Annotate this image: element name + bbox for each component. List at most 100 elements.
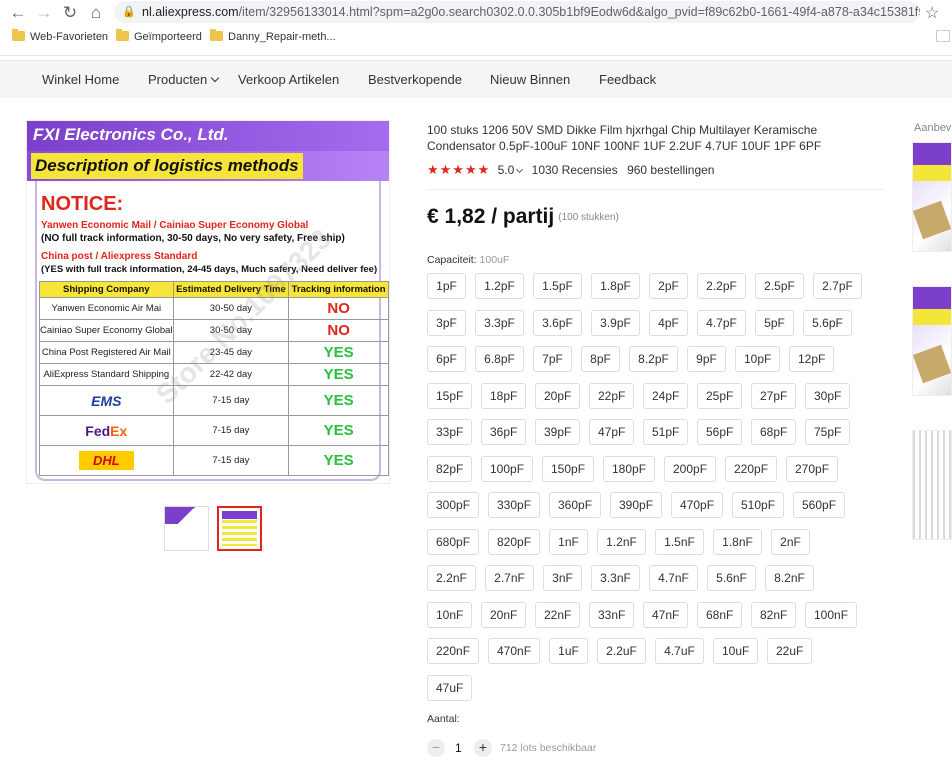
- capacity-option[interactable]: 4pF: [649, 310, 688, 336]
- forward-arrow-icon[interactable]: →: [34, 4, 54, 22]
- capacity-option[interactable]: 4.7pF: [697, 310, 746, 336]
- capacity-option[interactable]: 1.5pF: [533, 273, 582, 299]
- nav-bestverkopende[interactable]: Bestverkopende: [368, 72, 462, 87]
- capacity-option[interactable]: 68nF: [697, 602, 742, 628]
- capacity-option[interactable]: 47nF: [643, 602, 688, 628]
- capacity-option[interactable]: 7pF: [533, 346, 572, 372]
- capacity-option[interactable]: 6.8pF: [475, 346, 524, 372]
- capacity-option[interactable]: 82pF: [427, 456, 472, 482]
- capacity-option[interactable]: 2.2uF: [597, 638, 646, 664]
- quantity-minus-button[interactable]: −: [427, 739, 445, 757]
- capacity-option[interactable]: 22pF: [589, 383, 634, 409]
- rating-value[interactable]: 5.0: [498, 163, 515, 177]
- capacity-option[interactable]: 560pF: [793, 492, 845, 518]
- capacity-option[interactable]: 22uF: [767, 638, 812, 664]
- capacity-option[interactable]: 390pF: [610, 492, 662, 518]
- capacity-option[interactable]: 2.7pF: [813, 273, 862, 299]
- capacity-option[interactable]: 270pF: [786, 456, 838, 482]
- reload-icon[interactable]: ↻: [60, 4, 80, 22]
- capacity-option[interactable]: 3.9pF: [591, 310, 640, 336]
- capacity-option[interactable]: 8pF: [581, 346, 620, 372]
- capacity-option[interactable]: 33nF: [589, 602, 634, 628]
- capacity-option[interactable]: 2.2nF: [427, 565, 476, 591]
- capacity-option[interactable]: 8.2pF: [629, 346, 678, 372]
- nav-nieuw-binnen[interactable]: Nieuw Binnen: [490, 72, 570, 87]
- quantity-plus-button[interactable]: +: [474, 739, 492, 757]
- capacity-option[interactable]: 10nF: [427, 602, 472, 628]
- thumbnail-2[interactable]: [217, 506, 262, 551]
- capacity-option[interactable]: 24pF: [643, 383, 688, 409]
- capacity-option[interactable]: 25pF: [697, 383, 742, 409]
- capacity-option[interactable]: 82nF: [751, 602, 796, 628]
- bookmark-star-icon[interactable]: ☆: [925, 3, 939, 23]
- capacity-option[interactable]: 1.5nF: [655, 529, 704, 555]
- capacity-option[interactable]: 75pF: [805, 419, 850, 445]
- bookmark-danny-repair[interactable]: Danny_Repair-meth...: [210, 29, 336, 43]
- recommended-item-3[interactable]: [912, 430, 952, 540]
- capacity-option[interactable]: 100nF: [805, 602, 857, 628]
- capacity-option[interactable]: 300pF: [427, 492, 479, 518]
- capacity-option[interactable]: 150pF: [542, 456, 594, 482]
- bookmark-geimporteerd[interactable]: Geïmporteerd: [116, 29, 202, 43]
- capacity-option[interactable]: 47uF: [427, 675, 472, 701]
- capacity-option[interactable]: 100pF: [481, 456, 533, 482]
- home-icon[interactable]: ⌂: [86, 4, 106, 22]
- capacity-option[interactable]: 3nF: [543, 565, 582, 591]
- capacity-option[interactable]: 2.7nF: [485, 565, 534, 591]
- capacity-option[interactable]: 1.8pF: [591, 273, 640, 299]
- reviews-link[interactable]: 1030 Recensies: [532, 163, 618, 177]
- nav-feedback[interactable]: Feedback: [599, 72, 656, 87]
- capacity-option[interactable]: 510pF: [732, 492, 784, 518]
- capacity-option[interactable]: 680pF: [427, 529, 479, 555]
- capacity-option[interactable]: 20pF: [535, 383, 580, 409]
- capacity-option[interactable]: 470nF: [488, 638, 540, 664]
- other-bookmarks-icon[interactable]: [936, 30, 950, 42]
- capacity-option[interactable]: 2.2pF: [697, 273, 746, 299]
- capacity-option[interactable]: 22nF: [535, 602, 580, 628]
- capacity-option[interactable]: 3.3pF: [475, 310, 524, 336]
- capacity-option[interactable]: 2.5pF: [755, 273, 804, 299]
- capacity-option[interactable]: 33pF: [427, 419, 472, 445]
- capacity-option[interactable]: 6pF: [427, 346, 466, 372]
- capacity-option[interactable]: 200pF: [664, 456, 716, 482]
- capacity-option[interactable]: 3.3nF: [591, 565, 640, 591]
- capacity-option[interactable]: 68pF: [751, 419, 796, 445]
- capacity-option[interactable]: 1.2nF: [597, 529, 646, 555]
- nav-producten[interactable]: Producten: [148, 72, 220, 87]
- back-arrow-icon[interactable]: ←: [8, 4, 28, 22]
- bookmark-web-favorieten[interactable]: Web-Favorieten: [12, 29, 108, 43]
- capacity-option[interactable]: 51pF: [643, 419, 688, 445]
- capacity-option[interactable]: 820pF: [488, 529, 540, 555]
- capacity-option[interactable]: 1.8nF: [713, 529, 762, 555]
- capacity-option[interactable]: 2nF: [771, 529, 810, 555]
- nav-verkoop-artikelen[interactable]: Verkoop Artikelen: [238, 72, 339, 87]
- recommended-item-2[interactable]: [912, 286, 952, 396]
- capacity-option[interactable]: 4.7nF: [649, 565, 698, 591]
- capacity-option[interactable]: 2pF: [649, 273, 688, 299]
- capacity-option[interactable]: 180pF: [603, 456, 655, 482]
- capacity-option[interactable]: 30pF: [805, 383, 850, 409]
- nav-winkel-home[interactable]: Winkel Home: [42, 72, 119, 87]
- capacity-option[interactable]: 9pF: [687, 346, 726, 372]
- capacity-option[interactable]: 15pF: [427, 383, 472, 409]
- capacity-option[interactable]: 36pF: [481, 419, 526, 445]
- capacity-option[interactable]: 1uF: [549, 638, 588, 664]
- capacity-option[interactable]: 20nF: [481, 602, 526, 628]
- product-main-image[interactable]: FXI Electronics Co., Ltd. Description of…: [26, 120, 390, 484]
- capacity-option[interactable]: 5.6pF: [803, 310, 852, 336]
- capacity-option[interactable]: 18pF: [481, 383, 526, 409]
- capacity-option[interactable]: 5pF: [755, 310, 794, 336]
- capacity-option[interactable]: 10uF: [713, 638, 758, 664]
- capacity-option[interactable]: 1.2pF: [475, 273, 524, 299]
- capacity-option[interactable]: 47pF: [589, 419, 634, 445]
- capacity-option[interactable]: 4.7uF: [655, 638, 704, 664]
- capacity-option[interactable]: 27pF: [751, 383, 796, 409]
- capacity-option[interactable]: 220nF: [427, 638, 479, 664]
- capacity-option[interactable]: 10pF: [735, 346, 780, 372]
- thumbnail-1[interactable]: [164, 506, 209, 551]
- recommended-item-1[interactable]: [912, 142, 952, 252]
- capacity-option[interactable]: 3pF: [427, 310, 466, 336]
- chevron-down-icon[interactable]: [516, 165, 524, 174]
- capacity-option[interactable]: 39pF: [535, 419, 580, 445]
- capacity-option[interactable]: 3.6pF: [533, 310, 582, 336]
